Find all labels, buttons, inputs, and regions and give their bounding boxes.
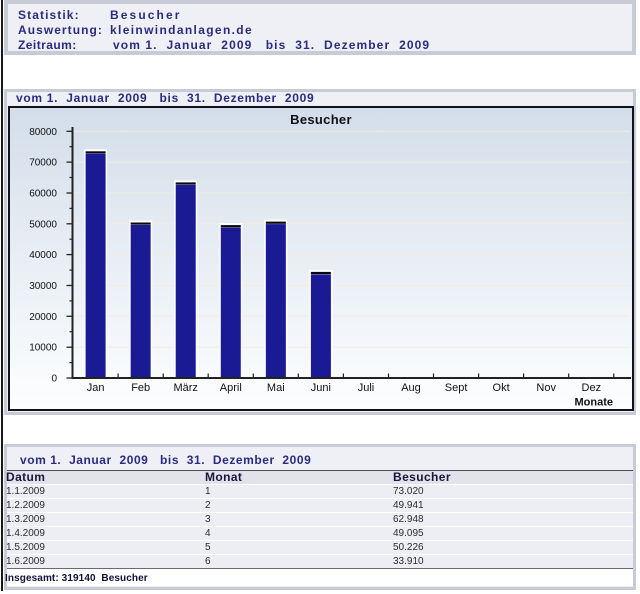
svg-text:40000: 40000 [29,250,57,261]
svg-text:Monate: Monate [575,397,614,409]
svg-text:Feb: Feb [131,382,150,394]
svg-text:70000: 70000 [29,158,57,169]
svg-text:50000: 50000 [29,219,57,230]
svg-text:Juli: Juli [358,382,375,394]
svg-text:80000: 80000 [29,127,57,138]
svg-text:Jan: Jan [87,382,105,394]
svg-text:Okt: Okt [493,382,510,394]
svg-text:20000: 20000 [29,312,57,323]
svg-text:April: April [220,382,242,394]
svg-text:30000: 30000 [29,281,57,292]
svg-text:Mai: Mai [267,382,285,394]
svg-text:10000: 10000 [29,343,57,354]
svg-text:Sept: Sept [445,382,468,394]
svg-text:60000: 60000 [29,189,57,200]
svg-text:Aug: Aug [401,382,421,394]
svg-text:Besucher: Besucher [290,112,352,127]
svg-text:Juni: Juni [311,382,331,394]
svg-text:Dez: Dez [582,382,602,394]
svg-text:0: 0 [51,374,57,385]
svg-text:März: März [173,382,197,394]
svg-text:Nov: Nov [536,382,556,394]
